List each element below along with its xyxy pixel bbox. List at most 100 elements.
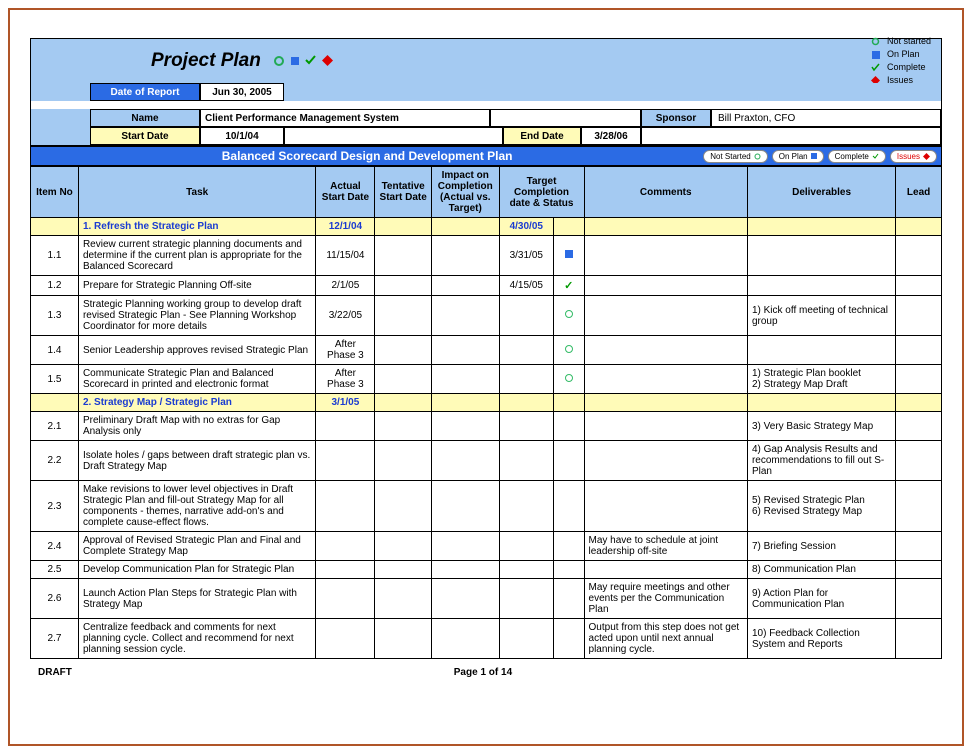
status-cell bbox=[554, 619, 585, 659]
task-cell: Make revisions to lower level objectives… bbox=[78, 481, 316, 532]
filter-issues-button[interactable]: Issues bbox=[890, 150, 937, 163]
legend-on-plan: On Plan bbox=[887, 48, 920, 61]
impact-cell bbox=[431, 579, 499, 619]
impact-cell bbox=[431, 619, 499, 659]
col-task: Task bbox=[78, 167, 316, 218]
deliverables-cell: 1) Kick off meeting of technical group bbox=[747, 296, 895, 336]
deliverables-cell: 4) Gap Analysis Results and recommendati… bbox=[747, 441, 895, 481]
item-no: 1.5 bbox=[31, 365, 79, 394]
filter-on-plan-button[interactable]: On Plan bbox=[772, 150, 824, 163]
check-icon bbox=[305, 55, 316, 66]
end-date-label: End Date bbox=[503, 127, 581, 145]
comments-cell bbox=[584, 336, 747, 365]
deliverables-cell: 7) Briefing Session bbox=[747, 532, 895, 561]
deliverables-cell: 5) Revised Strategic Plan6) Revised Stra… bbox=[747, 481, 895, 532]
status-not-started-icon bbox=[565, 345, 573, 353]
tentative-start-cell bbox=[375, 412, 432, 441]
impact-cell bbox=[431, 236, 499, 276]
comments-cell: May have to schedule at joint leadership… bbox=[584, 532, 747, 561]
not-started-icon bbox=[871, 37, 881, 46]
tentative-start-cell bbox=[375, 236, 432, 276]
comments-cell: Output from this step does not get acted… bbox=[584, 619, 747, 659]
section-actual-start: 3/1/05 bbox=[316, 394, 375, 412]
start-date-label: Start Date bbox=[90, 127, 200, 145]
target-date-cell bbox=[499, 441, 553, 481]
page-frame: Project Plan Not started On Plan Complet… bbox=[8, 8, 964, 746]
status-cell bbox=[554, 365, 585, 394]
date-of-report-value: Jun 30, 2005 bbox=[200, 83, 284, 101]
section-actual-start: 12/1/04 bbox=[316, 218, 375, 236]
item-no: 2.5 bbox=[31, 561, 79, 579]
lead-cell bbox=[896, 579, 942, 619]
tentative-start-cell bbox=[375, 336, 432, 365]
section-target: 4/30/05 bbox=[499, 218, 553, 236]
deliverables-cell bbox=[747, 236, 895, 276]
project-title-text: Project Plan bbox=[151, 50, 261, 72]
status-cell bbox=[554, 412, 585, 441]
lead-cell bbox=[896, 412, 942, 441]
task-cell: Approval of Revised Strategic Plan and F… bbox=[78, 532, 316, 561]
target-date-cell bbox=[499, 296, 553, 336]
impact-cell bbox=[431, 365, 499, 394]
filter-not-started-button[interactable]: Not Started bbox=[703, 150, 767, 163]
square-icon bbox=[290, 56, 300, 66]
comments-cell bbox=[584, 412, 747, 441]
table-row: 2.7Centralize feedback and comments for … bbox=[31, 619, 942, 659]
col-tentative-start: Tentative Start Date bbox=[375, 167, 432, 218]
lead-cell bbox=[896, 441, 942, 481]
table-row: 1.5Communicate Strategic Plan and Balanc… bbox=[31, 365, 942, 394]
name-label: Name bbox=[90, 109, 200, 127]
status-cell bbox=[554, 532, 585, 561]
circle-icon bbox=[273, 55, 285, 67]
lead-cell bbox=[896, 365, 942, 394]
task-cell: Senior Leadership approves revised Strat… bbox=[78, 336, 316, 365]
tentative-start-cell bbox=[375, 296, 432, 336]
status-not-started-icon bbox=[565, 374, 573, 382]
item-no: 1.2 bbox=[31, 276, 79, 296]
item-no: 2.3 bbox=[31, 481, 79, 532]
lead-cell bbox=[896, 276, 942, 296]
status-complete-icon: ✓ bbox=[564, 280, 573, 292]
title-status-icons bbox=[273, 50, 333, 72]
tentative-start-cell bbox=[375, 619, 432, 659]
col-impact: Impact on Completion (Actual vs. Target) bbox=[431, 167, 499, 218]
comments-cell bbox=[584, 276, 747, 296]
status-cell bbox=[554, 481, 585, 532]
deliverables-cell bbox=[747, 336, 895, 365]
page-footer: DRAFT Page 1 of 14 bbox=[30, 659, 942, 678]
status-not-started-icon bbox=[565, 310, 573, 318]
col-deliverables: Deliverables bbox=[747, 167, 895, 218]
status-on-plan-icon bbox=[565, 250, 573, 258]
table-row: 1.1Review current strategic planning doc… bbox=[31, 236, 942, 276]
comments-cell bbox=[584, 236, 747, 276]
item-no: 2.7 bbox=[31, 619, 79, 659]
lead-cell bbox=[896, 619, 942, 659]
project-title: Project Plan bbox=[151, 50, 333, 72]
comments-cell bbox=[584, 441, 747, 481]
tentative-start-cell bbox=[375, 561, 432, 579]
target-date-cell bbox=[499, 579, 553, 619]
comments-cell: May require meetings and other events pe… bbox=[584, 579, 747, 619]
target-date-cell bbox=[499, 532, 553, 561]
tentative-start-cell bbox=[375, 532, 432, 561]
target-date-cell bbox=[499, 481, 553, 532]
deliverables-cell: 10) Feedback Collection System and Repor… bbox=[747, 619, 895, 659]
complete-icon bbox=[871, 63, 881, 72]
deliverables-cell: 9) Action Plan for Communication Plan bbox=[747, 579, 895, 619]
status-cell bbox=[554, 561, 585, 579]
task-cell: Review current strategic planning docume… bbox=[78, 236, 316, 276]
header-band: Project Plan Not started On Plan Complet… bbox=[30, 38, 942, 146]
actual-start-cell: 2/1/05 bbox=[316, 276, 375, 296]
footer-draft: DRAFT bbox=[38, 667, 72, 678]
actual-start-cell bbox=[316, 532, 375, 561]
filter-complete-button[interactable]: Complete bbox=[828, 150, 886, 163]
section-target bbox=[499, 394, 553, 412]
tentative-start-cell bbox=[375, 441, 432, 481]
lead-cell bbox=[896, 236, 942, 276]
target-date-cell bbox=[499, 619, 553, 659]
item-no: 1.1 bbox=[31, 236, 79, 276]
impact-cell bbox=[431, 481, 499, 532]
diamond-icon bbox=[322, 55, 333, 66]
table-row: 2.5Develop Communication Plan for Strate… bbox=[31, 561, 942, 579]
table-row: 2.6Launch Action Plan Steps for Strategi… bbox=[31, 579, 942, 619]
